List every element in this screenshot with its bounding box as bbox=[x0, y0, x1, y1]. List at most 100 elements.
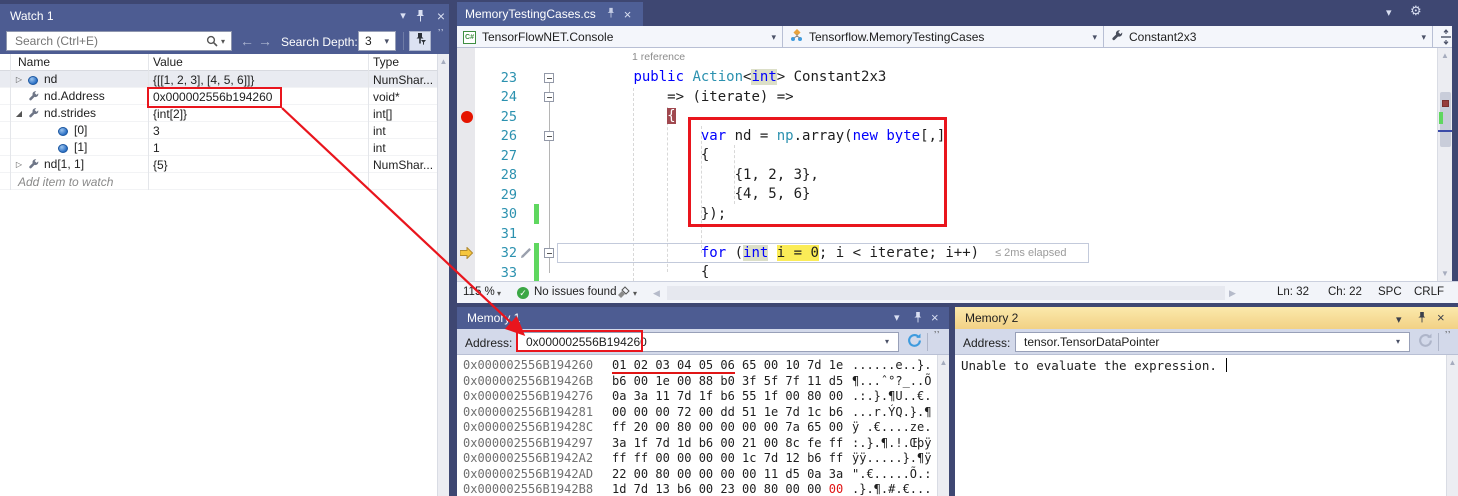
memory-row[interactable]: 0x000002556B19426001 02 03 04 05 06 65 0… bbox=[457, 358, 937, 374]
code-line[interactable]: 27 { bbox=[457, 146, 1437, 166]
scroll-up-icon[interactable]: ▲ bbox=[438, 57, 449, 66]
watch-row[interactable]: [0]3int bbox=[0, 122, 437, 139]
code-line[interactable]: 24 => (iterate) => bbox=[457, 87, 1437, 107]
split-window-icon[interactable] bbox=[1439, 29, 1453, 48]
watch-row[interactable]: ▷nd{[[1, 2, 3], [4, 5, 6]]}NumShar... bbox=[0, 71, 437, 88]
memory-row[interactable]: 0x000002556B1942760a 3a 11 7d 1f b6 55 1… bbox=[457, 389, 937, 405]
chevron-down-icon[interactable]: ▾ bbox=[1396, 337, 1400, 346]
watch-value-cell[interactable] bbox=[148, 173, 368, 190]
codelens-references[interactable]: 1 reference bbox=[632, 51, 685, 63]
class-dropdown[interactable]: Tensorflow.MemoryTestingCases ▾ bbox=[784, 26, 1104, 48]
scroll-up-icon[interactable]: ▲ bbox=[1438, 51, 1452, 60]
code-cleanup-icon[interactable] bbox=[617, 286, 630, 302]
hscroll-right-icon[interactable]: ▶ bbox=[1229, 288, 1236, 299]
hscroll-left-icon[interactable]: ◀ bbox=[653, 288, 660, 299]
code-line[interactable]: 26 var nd = np.array(new byte[,] bbox=[457, 126, 1437, 146]
memory-row[interactable]: 0x000002556B1942A2ff ff 00 00 00 00 1c 7… bbox=[457, 451, 937, 467]
editor-dropdown-icon[interactable]: ▾ bbox=[1386, 8, 1392, 19]
memory2-address-input[interactable] bbox=[1015, 332, 1410, 352]
watch-value-cell[interactable]: 1 bbox=[148, 139, 368, 156]
gear-icon[interactable]: ⚙ bbox=[1410, 4, 1422, 17]
health-indicator-label[interactable]: No issues found bbox=[534, 286, 616, 298]
watch-row[interactable]: [1]1int bbox=[0, 139, 437, 156]
overflow-button[interactable]: ’’ bbox=[934, 330, 940, 341]
search-forward-icon[interactable]: → bbox=[258, 33, 272, 49]
scroll-up-icon[interactable]: ▲ bbox=[938, 358, 949, 367]
watch-row[interactable]: ◢nd.strides{int[2]}int[] bbox=[0, 105, 437, 122]
window-position-icon[interactable]: ▾ bbox=[396, 11, 410, 22]
memory-row[interactable]: 0x000002556B19428Cff 20 00 80 00 00 00 0… bbox=[457, 420, 937, 436]
code-line[interactable]: 30 }); bbox=[457, 204, 1437, 224]
tab-memorytestingcases[interactable]: MemoryTestingCases.cs × bbox=[457, 2, 643, 26]
overflow-button[interactable]: ’’ bbox=[1445, 330, 1451, 341]
watch-value-cell[interactable]: {[[1, 2, 3], [4, 5, 6]]} bbox=[148, 71, 368, 88]
search-back-icon[interactable]: ← bbox=[240, 33, 254, 49]
memory-row[interactable]: 0x000002556B19426Bb6 00 1e 00 88 b0 3f 5… bbox=[457, 374, 937, 390]
search-input[interactable] bbox=[6, 31, 232, 51]
zoom-chevron-icon[interactable]: ▾ bbox=[497, 289, 501, 298]
tab-close-icon[interactable]: × bbox=[624, 8, 632, 21]
watch-value-cell[interactable]: 3 bbox=[148, 122, 368, 139]
pin-icon[interactable] bbox=[1417, 311, 1427, 326]
code-line[interactable]: 32 for (int i = 0; i < iterate; i++)≤ 2m… bbox=[457, 243, 1437, 263]
refresh-icon[interactable] bbox=[907, 333, 922, 351]
code-cleanup-chevron-icon[interactable]: ▾ bbox=[633, 289, 637, 298]
fold-collapse-box[interactable] bbox=[544, 92, 554, 102]
breakpoint-icon[interactable] bbox=[461, 111, 473, 123]
watch-row[interactable]: ▷nd[1, 1]{5}NumShar... bbox=[0, 156, 437, 173]
tab-pin-icon[interactable] bbox=[606, 7, 616, 21]
expander-collapsed-icon[interactable]: ▷ bbox=[14, 75, 24, 84]
search-icon[interactable] bbox=[206, 35, 218, 50]
pin-icon[interactable] bbox=[913, 311, 923, 326]
code-editor[interactable]: 1 reference 23 public Action<int> Consta… bbox=[457, 48, 1437, 281]
window-position-icon[interactable]: ▾ bbox=[1396, 313, 1402, 326]
memory2-scrollbar[interactable]: ▲ bbox=[1446, 355, 1458, 496]
hscrollbar-track[interactable] bbox=[667, 286, 1225, 300]
watch-add-row[interactable]: Add item to watch bbox=[0, 173, 437, 190]
watch-row[interactable]: nd.Address0x000002556b194260void* bbox=[0, 88, 437, 105]
code-line[interactable]: 29 {4, 5, 6} bbox=[457, 185, 1437, 205]
member-dropdown[interactable]: Constant2x3 ▾ bbox=[1105, 26, 1433, 48]
column-header-name[interactable]: Name bbox=[18, 55, 50, 69]
code-line[interactable]: 31 bbox=[457, 224, 1437, 244]
pin-icon[interactable] bbox=[415, 9, 426, 25]
watch-settings-icon[interactable] bbox=[409, 31, 431, 51]
chevron-down-icon[interactable]: ▾ bbox=[885, 337, 889, 346]
column-header-value[interactable]: Value bbox=[153, 55, 183, 69]
close-icon[interactable]: × bbox=[931, 311, 939, 324]
code-line[interactable]: 28 {1, 2, 3}, bbox=[457, 165, 1437, 185]
watch-title-bar[interactable]: Watch 1 ▾ × bbox=[0, 4, 449, 28]
memory1-address-input[interactable] bbox=[517, 332, 899, 352]
fold-collapse-box[interactable] bbox=[544, 248, 554, 258]
fold-collapse-box[interactable] bbox=[544, 131, 554, 141]
memory-row[interactable]: 0x000002556B19428100 00 00 72 00 dd 51 1… bbox=[457, 405, 937, 421]
code-line[interactable]: 25 { bbox=[457, 107, 1437, 127]
health-indicator-icon[interactable]: ✓ bbox=[517, 287, 529, 299]
scroll-down-icon[interactable]: ▼ bbox=[1438, 269, 1452, 278]
overflow-button[interactable]: ’’ bbox=[438, 29, 444, 39]
zoom-level[interactable]: 115 % bbox=[463, 286, 495, 298]
watch-scrollbar[interactable]: ▲ bbox=[437, 54, 449, 496]
close-icon[interactable]: × bbox=[1437, 310, 1445, 325]
code-line[interactable]: 23 public Action<int> Constant2x3 bbox=[457, 68, 1437, 88]
search-options-chevron-icon[interactable]: ▾ bbox=[221, 37, 225, 46]
watch-value-cell[interactable]: 0x000002556b194260 bbox=[148, 88, 368, 105]
memory1-hex-view[interactable]: 0x000002556B19426001 02 03 04 05 06 65 0… bbox=[457, 355, 937, 496]
memory2-title-bar[interactable]: Memory 2 ▾ × bbox=[955, 307, 1458, 329]
close-icon[interactable]: × bbox=[434, 9, 448, 23]
memory-row[interactable]: 0x000002556B1942AD22 00 80 00 00 00 00 1… bbox=[457, 467, 937, 483]
memory-row[interactable]: 0x000002556B1942B81d 7d 13 b6 00 23 00 8… bbox=[457, 482, 937, 496]
memory1-title-bar[interactable]: Memory 1 ▾ × bbox=[457, 307, 949, 329]
window-position-icon[interactable]: ▾ bbox=[894, 313, 900, 324]
watch-value-cell[interactable]: {int[2]} bbox=[148, 105, 368, 122]
column-header-type[interactable]: Type bbox=[373, 55, 399, 69]
project-dropdown[interactable]: C# TensorFlowNET.Console ▾ bbox=[457, 26, 783, 48]
search-depth-select[interactable]: 3 ▾ bbox=[358, 31, 396, 51]
scroll-up-icon[interactable]: ▲ bbox=[1447, 358, 1458, 367]
watch-value-cell[interactable]: {5} bbox=[148, 156, 368, 173]
memory-row[interactable]: 0x000002556B1942973a 1f 7d 1d b6 00 21 0… bbox=[457, 436, 937, 452]
add-item-label[interactable]: Add item to watch bbox=[18, 175, 113, 189]
code-line[interactable]: 33 { bbox=[457, 263, 1437, 282]
fold-collapse-box[interactable] bbox=[544, 73, 554, 83]
editor-scrollbar[interactable]: ▲ ▼ bbox=[1437, 48, 1452, 281]
